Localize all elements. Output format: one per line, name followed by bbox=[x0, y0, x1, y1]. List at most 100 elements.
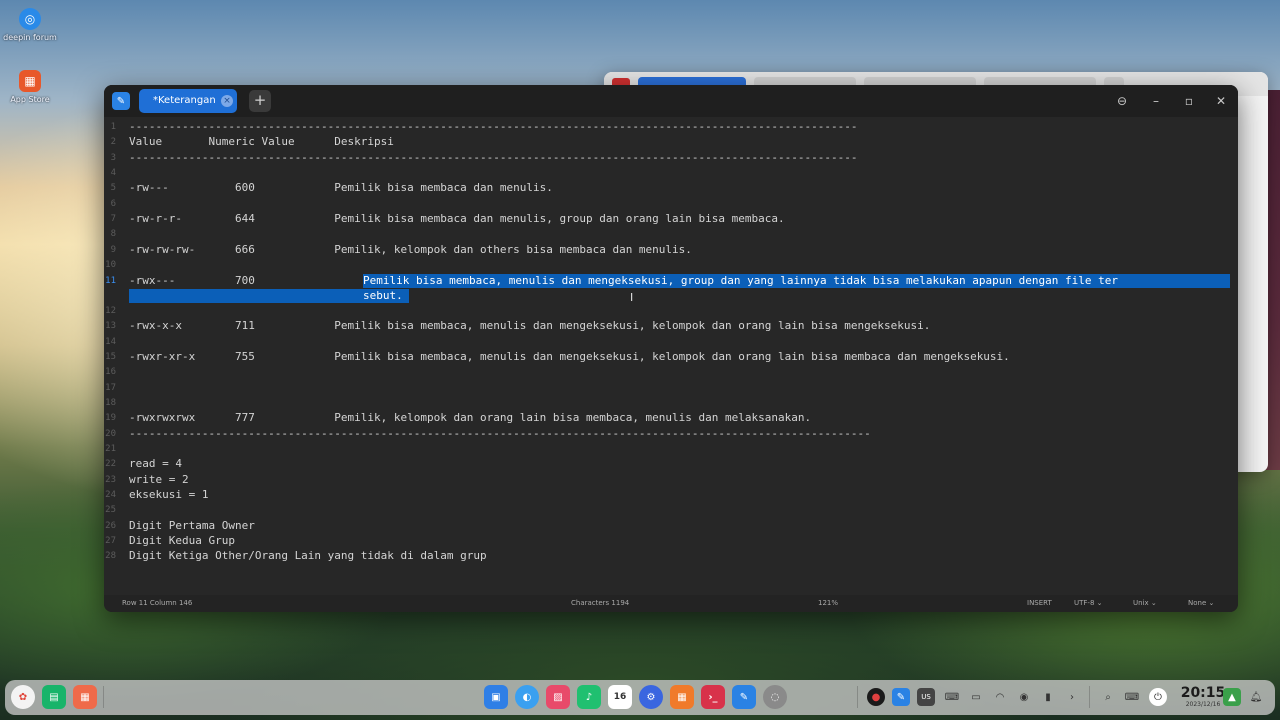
line-number: 17 bbox=[105, 383, 116, 393]
music-icon[interactable]: ♪ bbox=[577, 685, 601, 709]
line-number: 14 bbox=[105, 337, 116, 347]
encoding-select[interactable]: UTF-8 ⌄ bbox=[1074, 599, 1103, 607]
desktop-icon-app-store[interactable]: ▦ App Store bbox=[0, 70, 60, 105]
text-cursor-icon: I bbox=[630, 291, 634, 304]
line-number: 21 bbox=[105, 444, 116, 454]
app-store-dock-icon[interactable]: ▦ bbox=[670, 685, 694, 709]
text-editor-dock-icon[interactable]: ✎ bbox=[732, 685, 756, 709]
tab-keterangan[interactable]: *Keterangan.t × bbox=[139, 89, 237, 113]
app-tray-icon[interactable]: ▲ bbox=[1223, 688, 1241, 706]
dock-separator bbox=[857, 686, 858, 708]
line-number: 18 bbox=[105, 398, 116, 408]
text-editor-window: ✎ *Keterangan.t × + ⊖ – ▫ ✕ Pemilik bisa… bbox=[104, 85, 1238, 612]
code-line: Digit Pertama Owner bbox=[129, 519, 255, 532]
close-icon[interactable]: ✕ bbox=[1213, 93, 1229, 109]
line-number: 22 bbox=[105, 459, 116, 469]
recorder-icon[interactable]: ● bbox=[867, 688, 885, 706]
minimize-icon[interactable]: – bbox=[1148, 93, 1164, 109]
code-line: -rw-rw-rw- 666 Pemilik, kelompok dan oth… bbox=[129, 243, 692, 256]
line-number: 13 bbox=[105, 321, 116, 331]
line-ending-select[interactable]: Unix ⌄ bbox=[1133, 599, 1157, 607]
line-number: 5 bbox=[110, 183, 116, 193]
code-line: eksekusi = 1 bbox=[129, 488, 209, 501]
editor-tray-icon[interactable]: ✎ bbox=[892, 688, 910, 706]
code-line: Digit Kedua Grup bbox=[129, 534, 235, 547]
maximize-icon[interactable]: ▫ bbox=[1181, 93, 1197, 109]
line-number: 28 bbox=[105, 551, 116, 561]
selected-text: sebut. bbox=[363, 289, 403, 302]
code-line: write = 2 bbox=[129, 473, 189, 486]
launcher-icon[interactable]: ✿ bbox=[11, 685, 35, 709]
code-line: ----------------------------------------… bbox=[129, 120, 858, 133]
desktop-icon-deepin-forum[interactable]: ◎ deepin forum bbox=[0, 8, 60, 43]
input-mode[interactable]: INSERT bbox=[1027, 599, 1052, 607]
code-line: -rw--- 600 Pemilik bisa membaca dan menu… bbox=[129, 181, 553, 194]
code-line: -rwx--- 700 bbox=[129, 274, 335, 287]
line-number: 27 bbox=[105, 536, 116, 546]
deepin-forum-icon: ◎ bbox=[19, 8, 41, 30]
clock-time[interactable]: 20:15 bbox=[1179, 685, 1227, 701]
text-area[interactable]: Pemilik bisa membaca, menulis dan mengek… bbox=[104, 117, 1238, 595]
line-number: 20 bbox=[105, 429, 116, 439]
line-number: 24 bbox=[105, 490, 116, 500]
keyboard-layout-indicator[interactable]: US bbox=[917, 688, 935, 706]
cursor-position: Row 11 Column 146 bbox=[122, 599, 193, 607]
code-line: Value Numeric Value Deskripsi bbox=[129, 135, 394, 148]
line-number: 25 bbox=[105, 505, 116, 515]
selected-text: Pemilik bisa membaca, menulis dan mengek… bbox=[363, 274, 1118, 287]
image-viewer-icon[interactable]: ▨ bbox=[546, 685, 570, 709]
tab-close-icon[interactable]: × bbox=[221, 95, 233, 107]
line-number: 26 bbox=[105, 521, 116, 531]
browser-icon[interactable]: ◐ bbox=[515, 685, 539, 709]
expand-tray-icon[interactable]: › bbox=[1063, 688, 1081, 706]
line-number: 1 bbox=[110, 122, 116, 132]
wifi-icon[interactable]: ◠ bbox=[991, 688, 1009, 706]
calendar-icon[interactable]: 16 bbox=[608, 685, 632, 709]
menu-icon[interactable]: ⊖ bbox=[1114, 93, 1130, 109]
line-number: 12 bbox=[105, 306, 116, 316]
dock-separator bbox=[103, 686, 104, 708]
line-number: 19 bbox=[105, 413, 116, 423]
line-number: 15 bbox=[105, 352, 116, 362]
code-line: read = 4 bbox=[129, 457, 182, 470]
add-tab-button[interactable]: + bbox=[249, 90, 271, 112]
line-number: 16 bbox=[105, 367, 116, 377]
zoom-level[interactable]: 121% bbox=[818, 599, 838, 607]
line-number: 23 bbox=[105, 475, 116, 485]
terminal-icon[interactable]: ›_ bbox=[701, 685, 725, 709]
search-icon[interactable]: ⌕ bbox=[1099, 688, 1117, 706]
dock-separator bbox=[1089, 686, 1090, 708]
line-number: 7 bbox=[110, 214, 116, 224]
line-number: 3 bbox=[110, 153, 116, 163]
tab-label: *Keterangan.t bbox=[153, 95, 215, 106]
multitask-view-icon[interactable]: ▤ bbox=[42, 685, 66, 709]
desktop-icon-label: App Store bbox=[10, 95, 50, 104]
clock-date: 2023/12/16 bbox=[1185, 701, 1221, 708]
power-icon[interactable]: ⏻ bbox=[1149, 688, 1167, 706]
clipboard-icon[interactable]: ▭ bbox=[967, 688, 985, 706]
line-number: 6 bbox=[110, 199, 116, 209]
line-number: 9 bbox=[110, 245, 116, 255]
editor-titlebar: ✎ *Keterangan.t × + ⊖ – ▫ ✕ bbox=[104, 85, 1238, 117]
sound-icon[interactable]: ◉ bbox=[1015, 688, 1033, 706]
code-line: -rwx-x-x 711 Pemilik bisa membaca, menul… bbox=[129, 319, 931, 332]
code-line: -rw-r-r- 644 Pemilik bisa membaca dan me… bbox=[129, 212, 785, 225]
code-line: -rwxrwxrwx 777 Pemilik, kelompok dan ora… bbox=[129, 411, 812, 424]
workspace-icon[interactable]: ▦ bbox=[73, 685, 97, 709]
line-number: 11 bbox=[105, 276, 116, 286]
trash-icon[interactable]: ◌ bbox=[763, 685, 787, 709]
file-manager-icon[interactable]: ▣ bbox=[484, 685, 508, 709]
onscreen-keyboard-icon[interactable]: ⌨ bbox=[1123, 688, 1141, 706]
line-number: 8 bbox=[110, 229, 116, 239]
highlight-select[interactable]: None ⌄ bbox=[1188, 599, 1214, 607]
battery-icon[interactable]: ▮ bbox=[1039, 688, 1057, 706]
notification-icon[interactable]: 🔔︎ bbox=[1247, 688, 1265, 706]
line-number: 2 bbox=[110, 137, 116, 147]
text-editor-app-icon[interactable]: ✎ bbox=[112, 92, 130, 110]
code-line: Digit Ketiga Other/Orang Lain yang tidak… bbox=[129, 549, 487, 562]
code-line: ----------------------------------------… bbox=[129, 427, 871, 440]
keyboard-icon[interactable]: ⌨ bbox=[943, 688, 961, 706]
settings-icon[interactable]: ⚙ bbox=[639, 685, 663, 709]
status-bar: Row 11 Column 146 Characters 1194 121% I… bbox=[104, 595, 1238, 612]
code-line: -rwxr-xr-x 755 Pemilik bisa membaca, men… bbox=[129, 350, 1010, 363]
